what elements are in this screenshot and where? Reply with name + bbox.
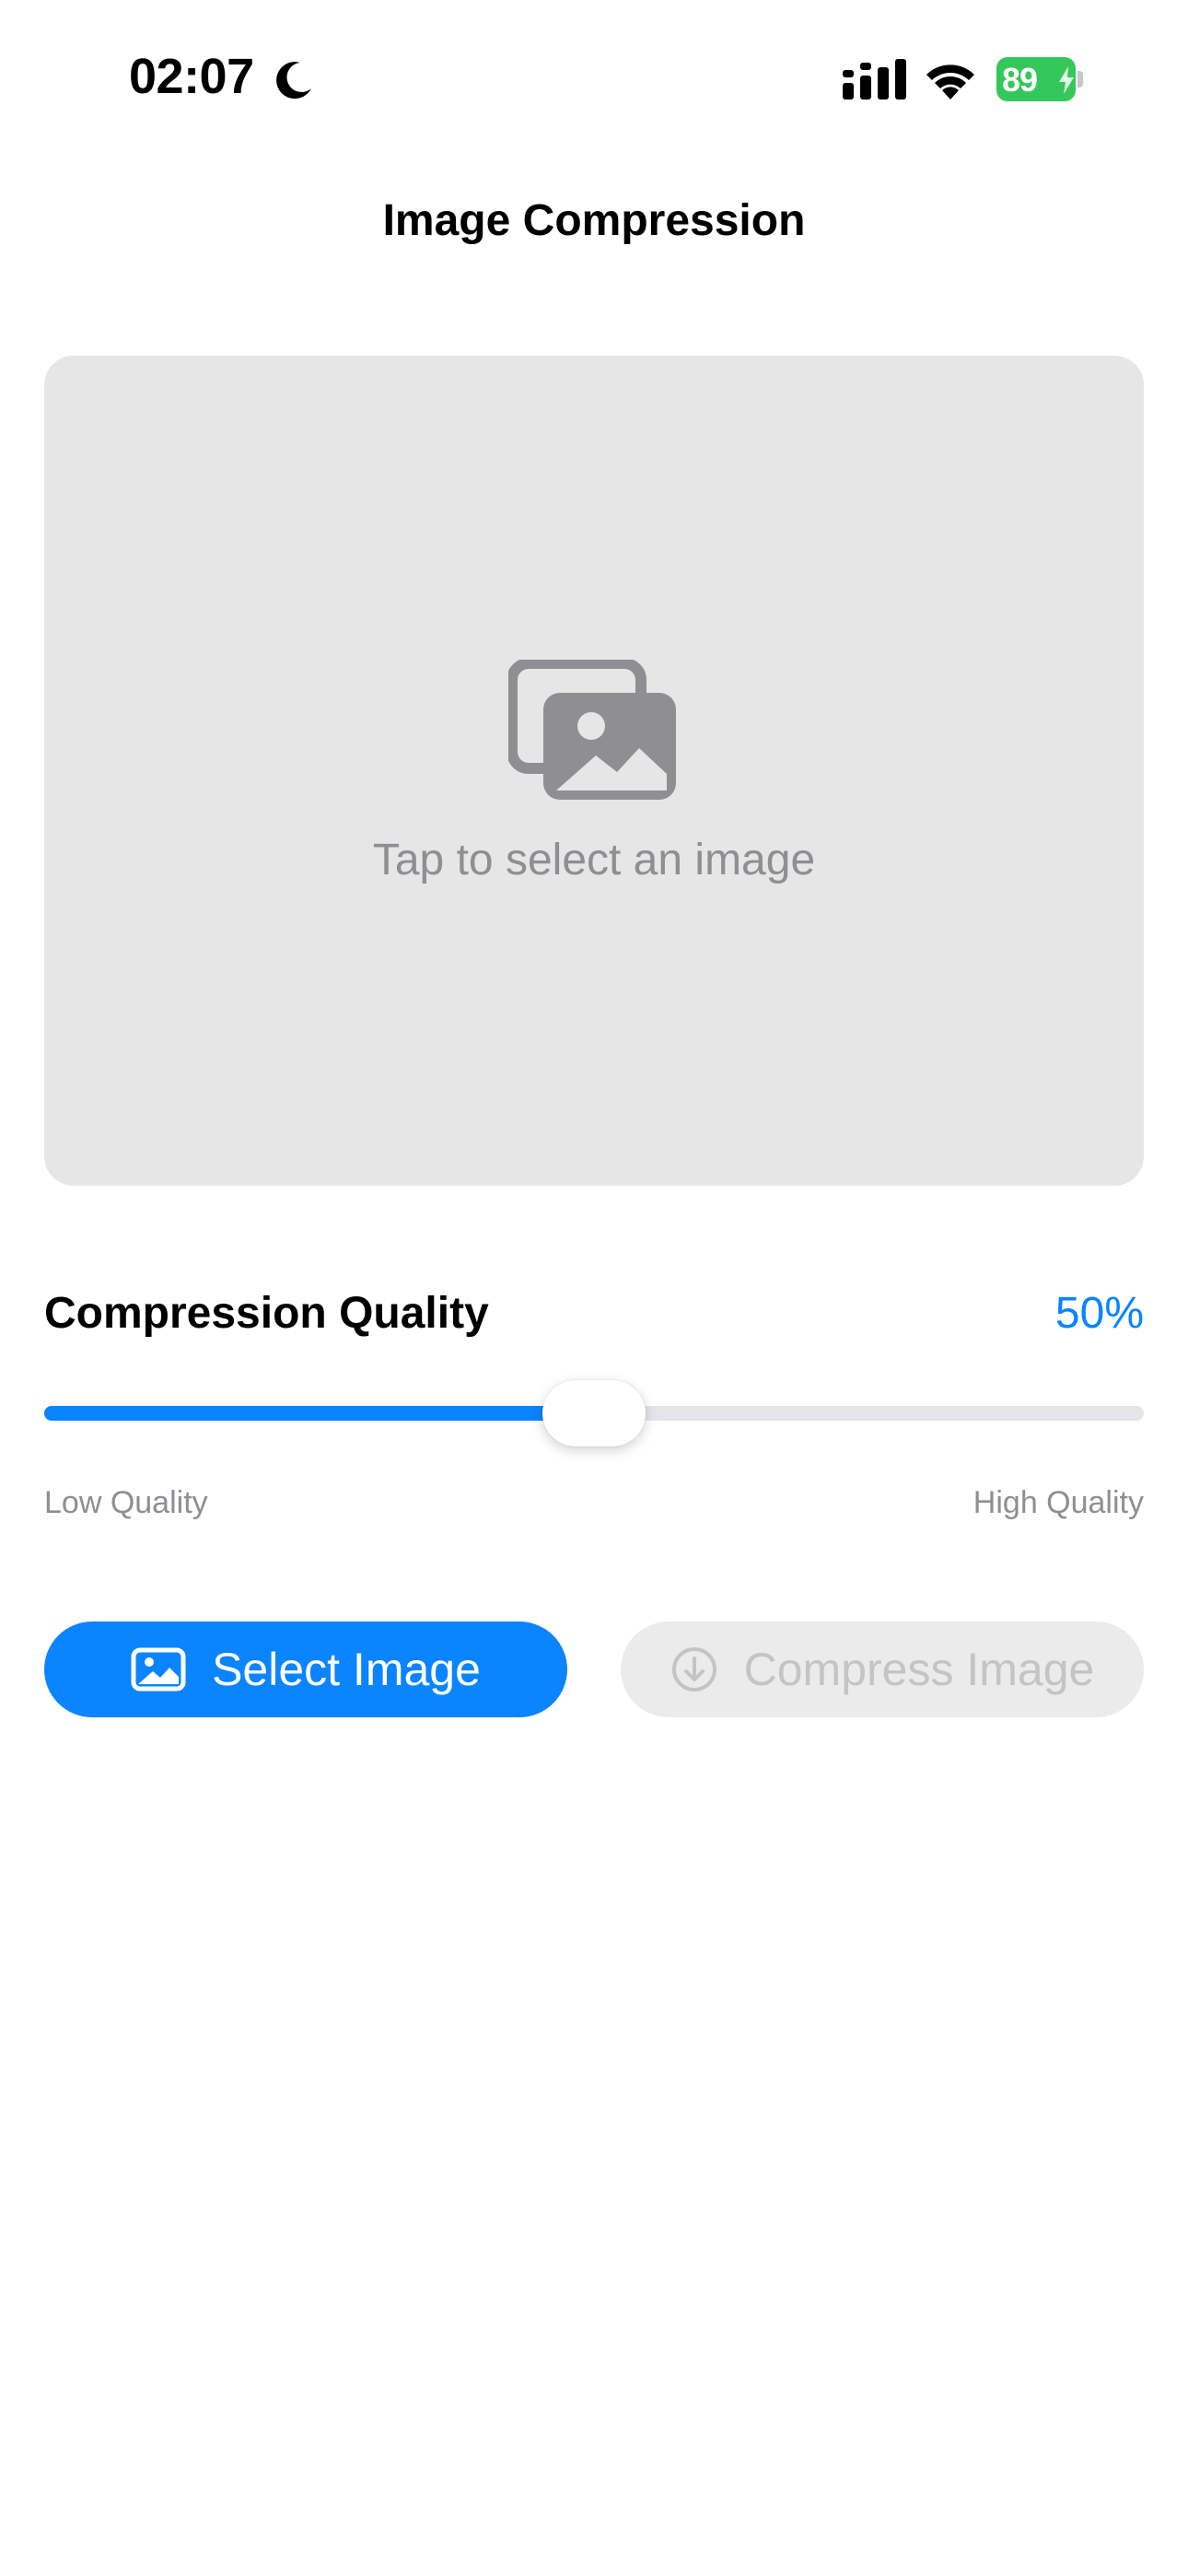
slider-thumb[interactable] <box>542 1380 646 1446</box>
slider-max-label: High Quality <box>973 1485 1144 1520</box>
page-title: Image Compression <box>382 196 806 245</box>
arrow-down-circle-icon <box>671 1647 716 1692</box>
compress-image-button[interactable]: Compress Image <box>621 1622 1144 1717</box>
status-time: 02:07 <box>129 49 254 104</box>
image-picker-area[interactable]: Tap to select an image <box>44 356 1144 1186</box>
battery-level: 89 <box>1002 61 1038 99</box>
select-image-button[interactable]: Select Image <box>44 1622 567 1717</box>
status-bar: 02:07 89 <box>0 0 1188 166</box>
photo-icon <box>131 1647 186 1692</box>
quality-label: Compression Quality <box>44 1289 489 1338</box>
picker-placeholder-text: Tap to select an image <box>372 836 816 884</box>
quality-value: 50% <box>1054 1289 1144 1338</box>
compress-image-label: Compress Image <box>743 1644 1095 1695</box>
cellular-signal-icon <box>843 59 906 100</box>
slider-min-label: Low Quality <box>44 1485 208 1520</box>
bolt-icon <box>1059 66 1074 94</box>
quality-slider[interactable] <box>44 1380 1144 1446</box>
photo-stack-icon <box>508 660 676 800</box>
moon-icon <box>276 62 311 100</box>
select-image-label: Select Image <box>212 1644 481 1695</box>
battery-charging-icon: 89 <box>996 57 1083 101</box>
slider-fill <box>44 1406 594 1421</box>
wifi-icon <box>926 64 974 100</box>
